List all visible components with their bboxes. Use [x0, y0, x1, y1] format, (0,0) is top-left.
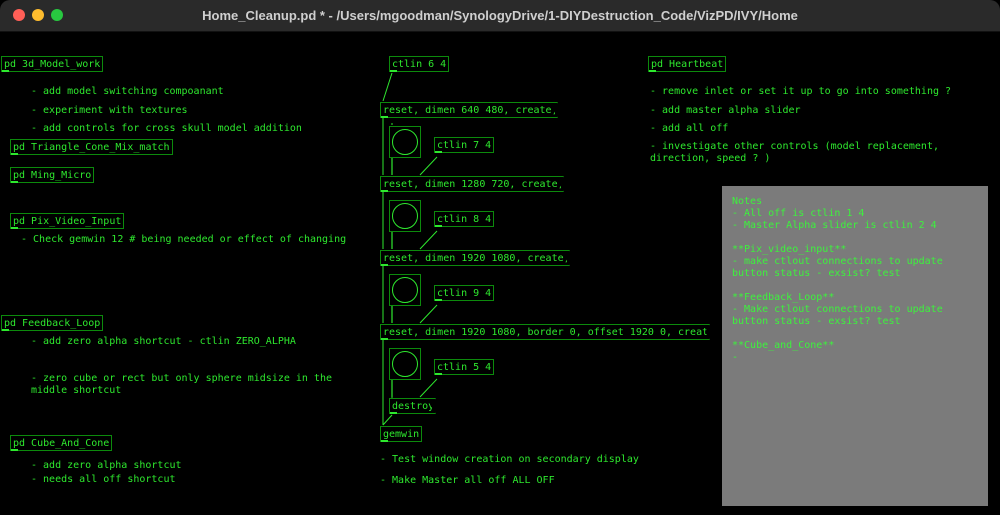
model-note-3: - add controls for cross skull model add… [31, 123, 302, 134]
pd-feedback-loop[interactable]: pd Feedback_Loop [1, 315, 104, 331]
message-destroy[interactable]: destroy [389, 398, 436, 414]
outlet-marker[interactable] [381, 116, 388, 118]
ctlin-6-4[interactable]: ctlin 6 4 [389, 56, 450, 72]
outlet-marker[interactable] [381, 440, 388, 442]
title-bar: Home_Cleanup.pd * - /Users/mgoodman/Syno… [0, 0, 1000, 32]
bang-button-2[interactable] [389, 200, 421, 232]
ctlin-9-4[interactable]: ctlin 9 4 [434, 285, 495, 301]
center-note-2: - Make Master all off ALL OFF [380, 475, 555, 486]
pd-3d-model-work[interactable]: pd 3d_Model_work [1, 56, 104, 72]
center-note-1: - Test window creation on secondary disp… [380, 454, 639, 465]
cube-note-1: - add zero alpha shortcut [31, 460, 182, 471]
window-title: Home_Cleanup.pd * - /Users/mgoodman/Syno… [202, 8, 798, 23]
gemwin-object[interactable]: gemwin [380, 426, 423, 442]
heartbeat-note-1: - remove inlet or set it up to go into s… [650, 86, 952, 97]
pd-ming-micro[interactable]: pd Ming_Micro [10, 167, 95, 183]
heartbeat-note-2: - add master alpha slider [650, 105, 801, 116]
message-reset-640[interactable]: reset, dimen 640 480, create, 1 [380, 102, 558, 118]
outlet-marker[interactable] [11, 449, 18, 451]
feedback-note-2: - zero cube or rect but only sphere mids… [31, 373, 333, 396]
notes-panel[interactable]: Notes - All off is ctlin 1 4 - Master Al… [722, 186, 988, 506]
model-note-1: - add model switching compoanant [31, 86, 224, 97]
ctlin-5-4[interactable]: ctlin 5 4 [434, 359, 495, 375]
bang-button-4[interactable] [389, 348, 421, 380]
outlet-marker[interactable] [649, 70, 656, 72]
pd-patch-window: Home_Cleanup.pd * - /Users/mgoodman/Syno… [0, 0, 1000, 515]
ctlin-8-4[interactable]: ctlin 8 4 [434, 211, 495, 227]
bang-button-3[interactable] [389, 274, 421, 306]
outlet-marker[interactable] [11, 181, 18, 183]
cube-note-2: - needs all off shortcut [31, 474, 176, 485]
pix-video-note: - Check gemwin 12 # being needed or effe… [21, 234, 347, 245]
ctlin-7-4[interactable]: ctlin 7 4 [434, 137, 495, 153]
feedback-note-1: - add zero alpha shortcut - ctlin ZERO_A… [31, 336, 296, 347]
outlet-marker[interactable] [435, 151, 442, 153]
outlet-marker[interactable] [11, 227, 18, 229]
heartbeat-note-4: - investigate other controls (model repl… [650, 141, 939, 164]
outlet-marker[interactable] [390, 412, 397, 414]
outlet-marker[interactable] [11, 153, 18, 155]
pd-pix-video-input[interactable]: pd Pix_Video_Input [10, 213, 125, 229]
pd-heartbeat[interactable]: pd Heartbeat [648, 56, 727, 72]
outlet-marker[interactable] [435, 373, 442, 375]
outlet-marker[interactable] [435, 225, 442, 227]
notes-panel-text: Notes - All off is ctlin 1 4 - Master Al… [732, 196, 943, 363]
heartbeat-note-3: - add all off [650, 123, 729, 134]
message-reset-1280[interactable]: reset, dimen 1280 720, create, 1 [380, 176, 564, 192]
model-note-2: - experiment with textures [31, 105, 188, 116]
outlet-marker[interactable] [381, 190, 388, 192]
pd-cube-and-cone[interactable]: pd Cube_And_Cone [10, 435, 113, 451]
outlet-marker[interactable] [381, 338, 388, 340]
pd-triangle-cone-mix-match[interactable]: pd Triangle_Cone_Mix_match [10, 139, 173, 155]
message-reset-1920-offset[interactable]: reset, dimen 1920 1080, border 0, offset… [380, 324, 710, 340]
outlet-marker[interactable] [2, 70, 9, 72]
outlet-marker[interactable] [2, 329, 9, 331]
patch-canvas[interactable]: pd 3d_Model_work - add model switching c… [0, 31, 1000, 515]
outlet-marker[interactable] [381, 264, 388, 266]
outlet-marker[interactable] [390, 70, 397, 72]
message-reset-1920[interactable]: reset, dimen 1920 1080, create, 1 [380, 250, 570, 266]
bang-button-1[interactable] [389, 126, 421, 158]
outlet-marker[interactable] [435, 299, 442, 301]
